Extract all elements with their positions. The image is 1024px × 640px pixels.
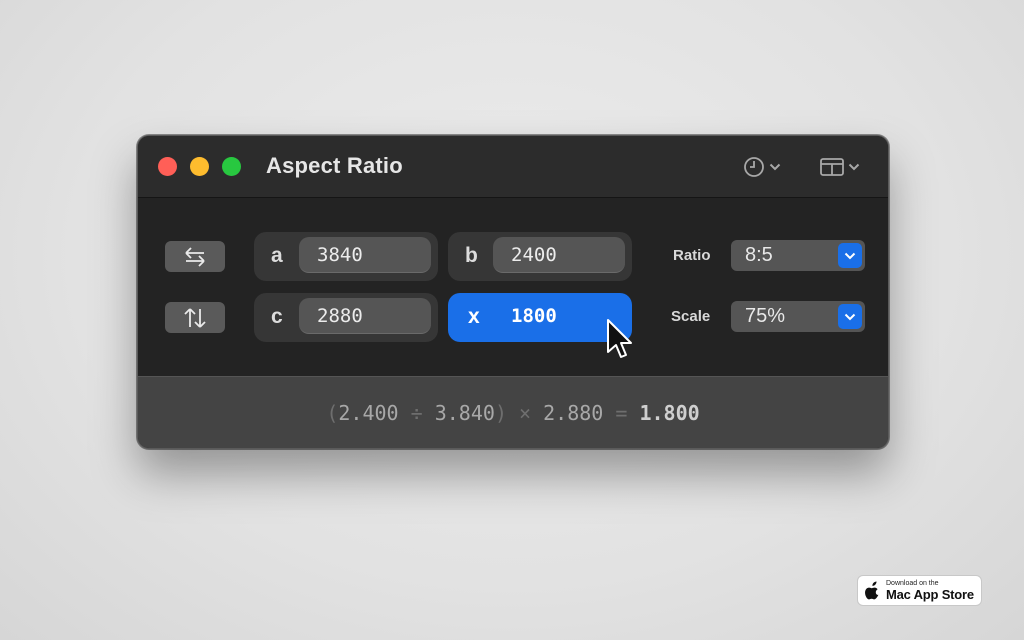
swap-vertical-arrows-icon: [184, 307, 206, 328]
history-menu-button[interactable]: [743, 154, 781, 180]
chevron-down-icon: [848, 163, 860, 171]
calculator-panel: a 3840 b 2400 c 2880 x 1800 Ratio 8:5 Sc…: [138, 198, 888, 376]
minimize-button[interactable]: [190, 157, 209, 176]
badge-line2: Mac App Store: [886, 587, 974, 602]
chevron-down-icon: [844, 252, 856, 259]
ratio-select[interactable]: 8:5: [731, 240, 865, 271]
field-a-label: a: [271, 244, 283, 267]
mac-app-store-badge[interactable]: Download on the Mac App Store: [857, 575, 982, 606]
scale-select[interactable]: 75%: [731, 301, 865, 332]
formula-b: 2.400: [338, 400, 399, 425]
scale-label: Scale: [671, 308, 711, 325]
formula-equals: =: [603, 400, 640, 425]
close-button[interactable]: [158, 157, 177, 176]
formula-result: 1.800: [639, 400, 700, 425]
field-x-label: x: [468, 305, 480, 328]
formula-c: 2.880: [543, 400, 604, 425]
ratio-dropdown-button[interactable]: [838, 243, 862, 268]
swap-horizontal-button[interactable]: [165, 241, 225, 272]
field-b-input[interactable]: 2400: [493, 237, 625, 273]
aspect-ratio-window: Aspect Ratio a 3840 b 2400 c 2880 x 1800…: [137, 135, 889, 449]
title-bar: Aspect Ratio: [138, 136, 888, 198]
formula-bar: (2.400 ÷ 3.840) × 2.880 = 1.800: [138, 376, 888, 448]
field-b: b 2400: [448, 232, 632, 281]
zoom-button[interactable]: [222, 157, 241, 176]
sidebar-layout-icon: [820, 158, 844, 176]
window-title: Aspect Ratio: [266, 153, 403, 178]
apple-logo-icon: [865, 581, 879, 600]
scale-dropdown-button[interactable]: [838, 304, 862, 329]
ratio-label: Ratio: [673, 247, 711, 264]
field-b-label: b: [465, 244, 478, 267]
formula-open-paren: (: [326, 400, 339, 425]
formula-close-paren: ): [494, 400, 507, 425]
field-a-input[interactable]: 3840: [299, 237, 431, 273]
chevron-down-icon: [769, 163, 781, 171]
scale-value: 75%: [745, 305, 786, 327]
swap-vertical-button[interactable]: [165, 302, 225, 333]
formula-a: 3.840: [434, 400, 495, 425]
mouse-pointer-icon: [607, 319, 632, 358]
field-c-input[interactable]: 2880: [299, 298, 431, 334]
chevron-down-icon: [844, 313, 856, 320]
formula-divide: ÷: [398, 400, 435, 425]
field-c-label: c: [271, 305, 283, 328]
layout-menu-button[interactable]: [820, 154, 860, 180]
clock-icon: [744, 157, 764, 177]
field-a: a 3840: [254, 232, 438, 281]
field-c: c 2880: [254, 293, 438, 342]
formula-multiply: ×: [506, 400, 544, 425]
swap-horizontal-arrows-icon: [185, 246, 205, 267]
ratio-value: 8:5: [745, 244, 773, 266]
